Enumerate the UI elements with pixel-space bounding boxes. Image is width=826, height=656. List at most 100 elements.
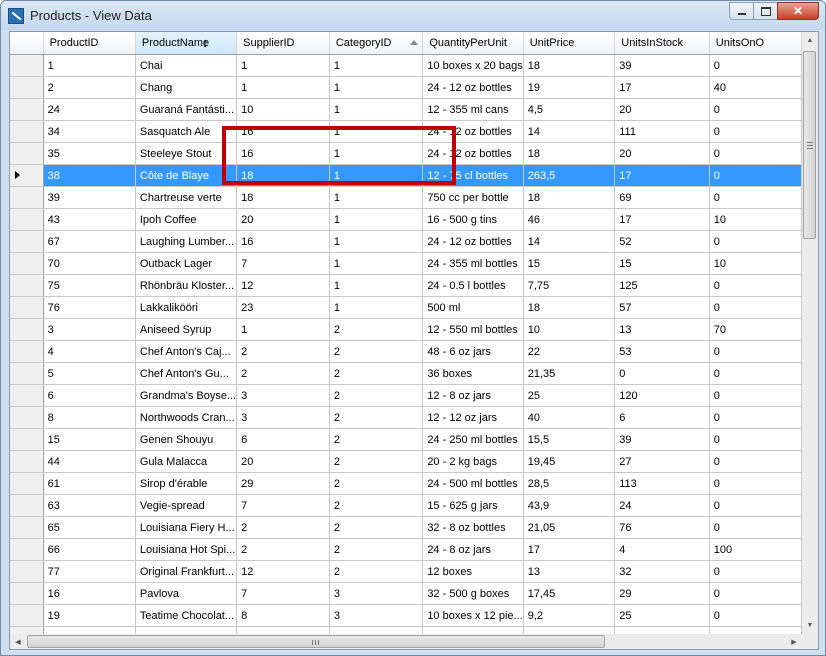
row-header[interactable] bbox=[10, 516, 44, 539]
table-row[interactable]: 77 Original Frankfurt... 12 2 12 boxes 13 32 0 bbox=[10, 560, 802, 583]
table-cell[interactable]: 9,2 bbox=[523, 604, 616, 627]
table-cell[interactable]: 36 boxes bbox=[422, 362, 524, 385]
table-cell[interactable]: 2 bbox=[236, 362, 330, 385]
row-header[interactable] bbox=[10, 164, 44, 187]
table-cell[interactable]: 18 bbox=[523, 186, 616, 209]
table-cell[interactable]: 15 bbox=[43, 428, 136, 451]
table-cell[interactable]: 12 - 12 oz jars bbox=[422, 406, 524, 429]
horizontal-scroll-thumb[interactable] bbox=[27, 635, 605, 648]
vertical-scroll-thumb[interactable] bbox=[803, 51, 816, 239]
table-row[interactable]: 19 Teatime Chocolat... 8 3 10 boxes x 12 pie… bbox=[10, 604, 802, 627]
table-cell[interactable]: Northwoods Cran... bbox=[135, 406, 238, 429]
data-grid[interactable]: ProductID ProductName ↕ SupplierID Catego… bbox=[10, 32, 802, 634]
table-cell[interactable]: 0 bbox=[709, 142, 802, 165]
table-cell[interactable]: 43 bbox=[43, 208, 136, 231]
table-cell[interactable]: 65 bbox=[43, 516, 136, 539]
table-cell[interactable]: 750 cc per bottle bbox=[422, 186, 524, 209]
row-header[interactable] bbox=[10, 604, 44, 627]
table-row[interactable]: 38 Côte de Blaye 18 1 12 - 75 cl bottles 263,… bbox=[10, 164, 802, 187]
table-cell[interactable]: 1 bbox=[329, 164, 424, 187]
table-cell[interactable]: 63 bbox=[43, 494, 136, 517]
table-cell[interactable]: 4,5 bbox=[523, 98, 616, 121]
table-cell[interactable]: 46 bbox=[523, 208, 616, 231]
row-header[interactable] bbox=[10, 450, 44, 473]
table-row[interactable]: 76 Lakkalikööri 23 1 500 ml 18 57 0 bbox=[10, 296, 802, 319]
table-cell[interactable]: 20 - 2 kg bags bbox=[422, 450, 524, 473]
table-cell[interactable]: 35 bbox=[43, 142, 136, 165]
table-cell[interactable]: 48 - 6 oz jars bbox=[422, 340, 524, 363]
table-cell[interactable]: 38 bbox=[43, 164, 136, 187]
table-row[interactable]: 1 Chai 1 1 10 boxes x 20 bags 18 39 0 bbox=[10, 54, 802, 77]
table-cell[interactable]: 1 bbox=[329, 98, 424, 121]
table-cell[interactable]: 17 bbox=[614, 208, 710, 231]
table-cell[interactable]: 1 bbox=[236, 318, 330, 341]
table-cell[interactable]: 7 bbox=[236, 252, 330, 275]
table-cell[interactable]: Lakkalikööri bbox=[135, 296, 238, 319]
table-cell[interactable]: 0 bbox=[709, 186, 802, 209]
table-cell[interactable]: 53 bbox=[614, 340, 710, 363]
table-cell[interactable]: 1 bbox=[329, 274, 424, 297]
table-cell[interactable]: 0 bbox=[709, 274, 802, 297]
table-row[interactable]: 4 Chef Anton's Caj... 2 2 48 - 6 oz jars 22 53… bbox=[10, 340, 802, 363]
table-cell[interactable]: Chartreuse verte bbox=[135, 186, 238, 209]
table-row[interactable]: 15 Genen Shouyu 6 2 24 - 250 ml bottles 15,5 3… bbox=[10, 428, 802, 451]
table-cell[interactable]: 17 bbox=[614, 164, 710, 187]
table-cell[interactable]: 39 bbox=[43, 186, 136, 209]
table-cell[interactable]: 10 bbox=[709, 208, 802, 231]
row-header[interactable] bbox=[10, 384, 44, 407]
table-cell[interactable]: 6 bbox=[614, 406, 710, 429]
table-cell[interactable]: 1 bbox=[329, 142, 424, 165]
table-cell[interactable]: 27 bbox=[614, 450, 710, 473]
scroll-up-button[interactable]: ▲ bbox=[802, 32, 818, 49]
table-cell[interactable]: 10 bbox=[236, 98, 330, 121]
table-cell[interactable]: 0 bbox=[709, 384, 802, 407]
table-cell[interactable]: 61 bbox=[43, 472, 136, 495]
table-cell[interactable]: 2 bbox=[236, 538, 330, 561]
row-header[interactable] bbox=[10, 560, 44, 583]
table-cell[interactable]: 5 bbox=[43, 362, 136, 385]
table-cell[interactable]: Chai bbox=[135, 54, 238, 77]
table-cell[interactable]: Louisiana Hot Spi... bbox=[135, 538, 238, 561]
table-cell[interactable]: 2 bbox=[329, 450, 424, 473]
table-cell[interactable] bbox=[236, 626, 330, 634]
table-cell[interactable]: 69 bbox=[614, 186, 710, 209]
column-header-quantityperunit[interactable]: QuantityPerUnit bbox=[422, 32, 524, 55]
table-cell[interactable]: 0 bbox=[709, 560, 802, 583]
column-header-productname[interactable]: ProductName ↕ bbox=[135, 32, 238, 55]
row-header[interactable] bbox=[10, 120, 44, 143]
column-header-categoryid[interactable]: CategoryID bbox=[329, 32, 424, 55]
table-cell[interactable]: 2 bbox=[329, 560, 424, 583]
table-cell[interactable]: 19 bbox=[523, 76, 616, 99]
table-cell[interactable]: 7 bbox=[236, 582, 330, 605]
table-cell[interactable]: Chef Anton's Caj... bbox=[135, 340, 238, 363]
table-cell[interactable]: 24 - 12 oz bottles bbox=[422, 142, 524, 165]
table-cell[interactable]: 2 bbox=[329, 406, 424, 429]
table-cell[interactable]: 0 bbox=[709, 406, 802, 429]
table-row[interactable]: 5 Chef Anton's Gu... 2 2 36 boxes 21,35 0 0 bbox=[10, 362, 802, 385]
table-row[interactable]: 8 Northwoods Cran... 3 2 12 - 12 oz jars 40 6 0 bbox=[10, 406, 802, 429]
table-cell[interactable]: Teatime Chocolat... bbox=[135, 604, 238, 627]
table-cell[interactable]: 3 bbox=[236, 384, 330, 407]
table-cell[interactable]: 21,05 bbox=[523, 516, 616, 539]
table-cell[interactable]: 29 bbox=[614, 582, 710, 605]
minimize-button[interactable] bbox=[729, 2, 754, 20]
table-cell[interactable]: 20 bbox=[236, 208, 330, 231]
table-cell[interactable]: 16 - 500 g tins bbox=[422, 208, 524, 231]
table-row[interactable]: 34 Sasquatch Ale 16 1 24 - 12 oz bottles 14 11… bbox=[10, 120, 802, 143]
table-cell[interactable]: 14 bbox=[523, 120, 616, 143]
row-header[interactable] bbox=[10, 406, 44, 429]
table-row[interactable]: 43 Ipoh Coffee 20 1 16 - 500 g tins 46 17 10 bbox=[10, 208, 802, 231]
table-cell[interactable] bbox=[135, 626, 238, 634]
table-cell[interactable]: 77 bbox=[43, 560, 136, 583]
app-icon[interactable] bbox=[8, 8, 24, 24]
row-header[interactable] bbox=[10, 230, 44, 253]
table-cell[interactable]: 20 bbox=[236, 450, 330, 473]
table-cell[interactable]: 4 bbox=[43, 340, 136, 363]
row-header[interactable] bbox=[10, 208, 44, 231]
table-row[interactable]: 61 Sirop d'érable 29 2 24 - 500 ml bottles 28… bbox=[10, 472, 802, 495]
table-cell[interactable]: 0 bbox=[709, 450, 802, 473]
title-bar[interactable]: Products - View Data ✕ bbox=[1, 1, 825, 30]
table-cell[interactable]: 12 bbox=[236, 560, 330, 583]
table-cell[interactable]: 24 - 250 ml bottles bbox=[422, 428, 524, 451]
table-cell[interactable]: 32 - 8 oz bottles bbox=[422, 516, 524, 539]
